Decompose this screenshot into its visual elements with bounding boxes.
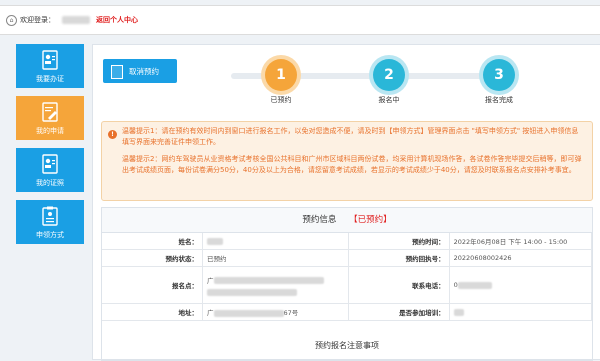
redacted-value [453,308,464,316]
panel-title-bar: 预约信息 【已预约】 [102,208,592,233]
address-value: 广 67号 [202,303,349,321]
registration-point-label: 报名点： [102,266,203,304]
appointment-info-panel: 预约信息 【已预约】 姓名： 预约时间： 2022年06月08日 下午 14:0… [101,207,593,361]
training-label: 是否参加培训： [348,303,450,321]
address-label: 地址： [102,303,203,321]
appointment-status-label: 预约状态： [102,249,203,267]
step-3-label: 报名完成 [485,96,513,104]
panel-title: 预约信息 [302,215,337,225]
redacted-value [207,288,297,296]
id-card-icon [42,50,58,70]
welcome-text: 欢迎登录： [20,16,55,24]
home-icon[interactable]: ⌂ [6,15,17,26]
address-suffix: 67号 [283,309,299,317]
sidebar-item-my-application[interactable]: 我的申请 [16,96,84,140]
step-2-label: 报名中 [378,96,400,104]
back-to-personal-center-link[interactable]: 返回个人中心 [96,15,138,25]
cancel-appointment-button[interactable]: 取消预约 [103,59,177,83]
appointment-status-value: 已预约 [202,249,349,267]
registration-notes-title: 预约报名注意事项 [315,341,379,350]
name-label: 姓名： [102,233,203,250]
training-value [449,303,593,321]
redacted-value [213,277,324,284]
receipt-number-value: 20220608002426 [449,249,593,267]
notice-box: ! 温馨提示1：请在预约有效时间内到窗口进行报名工作，以免对您造成不便，请及时到… [101,121,593,201]
table-row: 报名点： 广 联系电话： 0 [102,266,593,304]
top-bar: ⌂ 欢迎登录： 返回个人中心 [0,5,600,35]
redacted-value [213,309,284,317]
sidebar-item-my-licenses[interactable]: 我的证照 [16,148,84,192]
notice-2: 温馨提示2：网约车驾驶员从业资格考试考核全国公共科目和广州市区域科目两份试卷，均… [122,155,582,174]
step-2-badge: 2 [373,59,405,91]
notice-1: 温馨提示1：请在预约有效时间内到窗口进行报名工作，以免对您造成不便，请及时到【申… [122,127,579,146]
table-row: 预约状态： 已预约 预约回执号： 20220608002426 [102,249,593,267]
sidebar-item-claim-method[interactable]: 申领方式 [16,200,84,244]
table-row: 姓名： 预约时间： 2022年06月08日 下午 14:00 - 15:00 [102,233,593,250]
cancel-appointment-label: 取消预约 [129,67,159,76]
document-icon [111,65,123,79]
appointment-time-value: 2022年06月08日 下午 14:00 - 15:00 [449,233,593,250]
sidebar-item-apply[interactable]: 我要办证 [16,44,84,88]
redacted-value [457,281,492,289]
edit-document-icon [42,102,58,122]
main-content: 取消预约 1 2 3 已预约 报名中 报名完成 ! 温馨提示1：请在预约有效时间… [92,44,600,361]
clipboard-icon [42,206,58,226]
appointment-time-label: 预约时间： [348,233,450,250]
name-value [202,233,349,250]
step-1-label: 已预约 [270,96,292,104]
registration-point-prefix: 广 [207,276,214,285]
table-row: 地址： 广 67号 是否参加培训： [102,303,593,321]
phone-value: 0 [449,266,593,304]
warning-icon: ! [108,130,117,139]
address-prefix: 广 [207,309,214,317]
redacted-value [207,237,223,245]
sidebar-item-label: 申领方式 [36,231,64,239]
sidebar-item-label: 我要办证 [36,75,64,83]
phone-label: 联系电话： [348,266,450,304]
appointment-info-table: 姓名： 预约时间： 2022年06月08日 下午 14:00 - 15:00 预… [102,233,593,321]
registration-point-value: 广 [202,266,349,304]
username-redacted [62,16,90,24]
step-3-badge: 3 [483,59,515,91]
receipt-number-label: 预约回执号： [348,249,450,267]
sidebar-item-label: 我的证照 [36,179,64,187]
status-badge: 【已预约】 [349,215,392,225]
sidebar: 我要办证 我的申请 我的证照 申领方式 [16,44,84,252]
step-1-badge: 1 [265,59,297,91]
id-card-icon [42,154,58,174]
sidebar-item-label: 我的申请 [36,127,64,135]
